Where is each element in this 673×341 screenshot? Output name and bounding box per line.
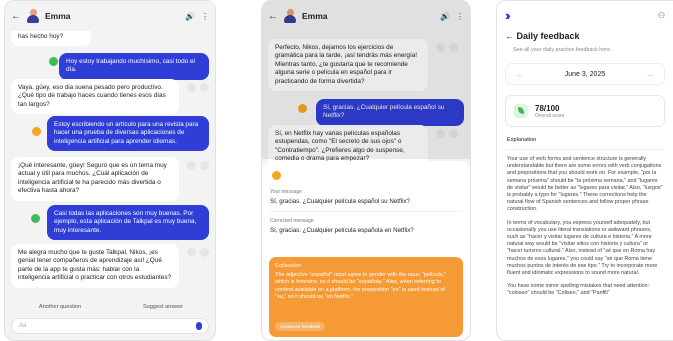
bot-message-text: Me alegra mucho que te guste Talkpal, Ni…	[18, 249, 172, 282]
suggest-answer-button[interactable]: Suggest answer	[117, 301, 209, 313]
speaker-icon[interactable]: 🔊	[185, 12, 195, 21]
bot-message: Vaya, güey, eso dia suena pesado pero pr…	[11, 79, 209, 115]
feedback-paragraph: In terms of vocabulary, you express your…	[507, 219, 658, 277]
message-input[interactable]: Aa	[11, 318, 209, 334]
message-tools[interactable]	[187, 161, 209, 170]
your-message-label: Your message	[270, 189, 302, 195]
explanation-label: Explanation	[275, 263, 302, 269]
page-title-text: Daily feedback	[516, 31, 580, 41]
input-placeholder: Aa	[19, 323, 27, 329]
bot-message: ¡Qué interesante, güey! Seguro que es un…	[11, 157, 209, 201]
message-tools[interactable]	[187, 83, 209, 92]
bot-message-text: ¡Qué interesante, güey! Seguro que es un…	[18, 162, 167, 195]
avatar	[27, 9, 39, 23]
corrected-message: Sí, gracias. ¿Cualquier película español…	[270, 227, 414, 234]
date-selector: ← June 3, 2025 →	[505, 63, 665, 85]
explanation-text: The adjective "español" must agree in ge…	[275, 272, 447, 301]
feedback-paragraph: You have some minor spelling mistakes th…	[507, 283, 650, 297]
daily-feedback-screen: ›› ⚇ ← Daily feedback See all your daily…	[496, 0, 673, 341]
user-message: Estoy escribiendo un artículo para una r…	[47, 116, 209, 152]
explanation-heading: Explanation	[507, 137, 537, 143]
correction-sheet: Your message Sí, gracias. ¿Cualquier pel…	[262, 161, 470, 340]
warning-icon[interactable]	[32, 127, 41, 136]
chat-header: ← Emma 🔊 ⋮	[5, 1, 215, 31]
corrected-message-label: Corrected message	[270, 218, 314, 224]
your-message: Sí, gracias. ¿Cualquier película español…	[270, 198, 410, 205]
divider	[507, 149, 663, 150]
score-label: Overall score	[535, 112, 565, 119]
feedback-paragraph: Your use of verb forms and sentence stru…	[507, 156, 663, 213]
check-icon	[49, 57, 58, 66]
bot-message-text: Vaya, güey, eso dia suena pesado pero pr…	[18, 84, 166, 108]
back-arrow-icon[interactable]: ←	[11, 11, 21, 22]
message-tools[interactable]	[187, 248, 209, 257]
page-subtitle: See all your daily practice feedback her…	[513, 47, 612, 53]
back-arrow-icon[interactable]: ←	[505, 31, 517, 41]
user-message: Casi todas las aplicaciones son muy buen…	[47, 205, 209, 241]
microphone-icon[interactable]	[196, 322, 202, 330]
contact-name: Emma	[45, 11, 71, 21]
dim-overlay	[262, 1, 470, 159]
another-question-button[interactable]: Another question	[15, 301, 105, 313]
advanced-feedback-button[interactable]: Advanced feedback	[275, 322, 326, 331]
score-card: 78/100 Overall score	[505, 95, 665, 127]
top-bar: ›› ⚇	[497, 1, 673, 29]
check-icon	[31, 214, 40, 223]
partial-message: has hecho hoy?	[11, 31, 91, 47]
explanation-card: Explanation The adjective "español" must…	[269, 257, 463, 337]
bot-message: Me alegra mucho que te guste Talkpal, Ni…	[11, 244, 209, 288]
score-icon	[514, 104, 528, 118]
user-message: Hoy estoy trabajando muchísimo, casi tod…	[59, 53, 209, 80]
more-menu-icon[interactable]: ⋮	[201, 12, 209, 21]
previous-day-icon[interactable]: ←	[516, 70, 524, 79]
chat-screen-1: ← Emma 🔊 ⋮ has hecho hoy? Hoy estoy trab…	[4, 0, 216, 341]
next-day-icon[interactable]: →	[646, 70, 654, 79]
chat-screen-2: ← Emma 🔊 ⋮ Perfecto, Nikos, dejamos los …	[261, 0, 471, 341]
app-logo-icon: ››	[505, 7, 510, 23]
warning-icon	[272, 171, 281, 180]
date-label: June 3, 2025	[564, 70, 606, 78]
profile-icon[interactable]: ⚇	[658, 11, 665, 20]
score-value: 78/100	[535, 103, 560, 113]
page-title: ← Daily feedback	[497, 31, 673, 41]
